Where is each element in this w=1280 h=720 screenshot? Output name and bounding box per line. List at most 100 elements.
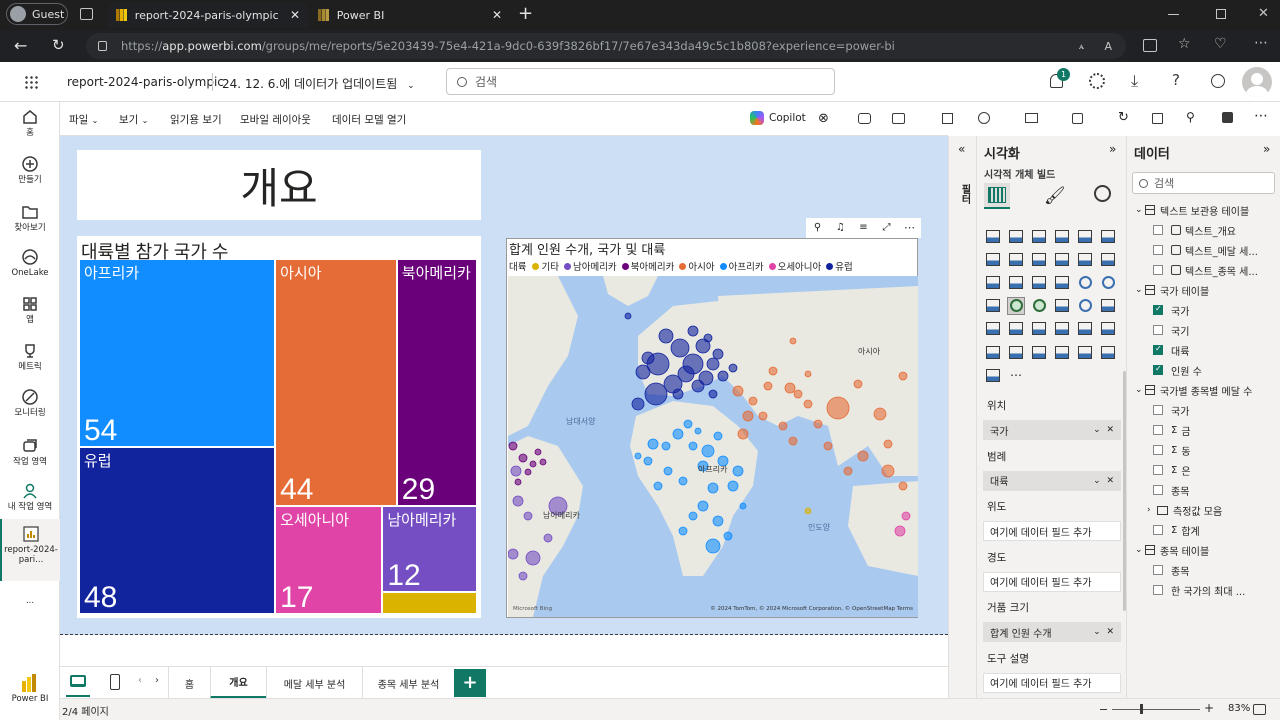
data-field-item[interactable]: 텍스트_개요	[1135, 220, 1279, 240]
data-field-item[interactable]: 인원 수	[1135, 360, 1279, 380]
map-bubble[interactable]	[688, 511, 698, 521]
map-bubble[interactable]	[823, 441, 833, 451]
remove-field-icon[interactable]: ✕	[1106, 627, 1114, 637]
card-visual-icon[interactable]	[1099, 297, 1117, 315]
zoom-in-icon[interactable]: +	[1204, 701, 1214, 715]
metrics-visual-icon[interactable]	[1053, 343, 1071, 361]
data-field-item[interactable]: 국가	[1135, 400, 1279, 420]
minimize-icon[interactable]	[1168, 14, 1179, 15]
data-field-item[interactable]: Σ금	[1135, 420, 1279, 440]
zoom-out-icon[interactable]	[1100, 709, 1107, 710]
more-visual-icon[interactable]: ⋯	[1007, 366, 1025, 384]
refresh-icon[interactable]: ↻	[52, 36, 65, 54]
remove-field-icon[interactable]: ✕	[1106, 476, 1114, 486]
comment-icon[interactable]	[858, 113, 871, 124]
chevron-right-icon[interactable]: ›	[1147, 505, 1157, 515]
share-feedback-icon[interactable]	[1211, 74, 1225, 88]
map-bubble[interactable]	[737, 428, 749, 440]
map-bubble[interactable]	[512, 495, 524, 507]
pin-visual-icon[interactable]: ⚲	[806, 218, 829, 238]
data-field-item[interactable]: 국기	[1135, 320, 1279, 340]
add-page-button[interactable]: +	[454, 669, 486, 697]
map-visual[interactable]: 합계 인원 수개, 국가 및 대륙 대륙 기타 남아메리카 북아메리카 아시아 아프리카…	[506, 238, 918, 618]
clustered-column-visual-icon[interactable]	[1053, 227, 1071, 245]
split-screen-icon[interactable]	[1143, 39, 1157, 52]
data-field-item[interactable]: Σ동	[1135, 440, 1279, 460]
map-bubble[interactable]	[688, 441, 698, 451]
map-bubble[interactable]	[635, 364, 651, 380]
page-tab-medal-analysis[interactable]: 메달 세부 분석	[266, 667, 362, 699]
map-bubble[interactable]	[647, 438, 659, 450]
open-data-model-button[interactable]: 데이터 모델 열기	[332, 112, 406, 127]
r-visual-visual-icon[interactable]	[1099, 320, 1117, 338]
field-checkbox[interactable]	[1153, 445, 1163, 455]
100-bar-visual-icon[interactable]	[1076, 227, 1094, 245]
nav-item-onelake[interactable]: OneLake	[0, 248, 60, 279]
map-bubble[interactable]	[643, 456, 653, 466]
map-bubble[interactable]	[853, 379, 863, 389]
area-visual-icon[interactable]	[1007, 250, 1025, 268]
legend-item[interactable]: 아시아	[679, 259, 715, 273]
power-apps-visual-icon[interactable]	[1099, 343, 1117, 361]
nav-item-more[interactable]: ...	[0, 596, 60, 607]
map-bubble[interactable]	[653, 481, 663, 491]
close-tab-icon[interactable]: ✕	[492, 8, 502, 22]
map-bubble[interactable]	[677, 365, 695, 383]
map-bubble[interactable]	[678, 526, 688, 536]
clustered-bar-visual-icon[interactable]	[1030, 227, 1048, 245]
funnel-visual-icon[interactable]	[1030, 273, 1048, 291]
browser-tab-powerbi[interactable]: Power BI ✕	[310, 2, 510, 28]
data-field-item[interactable]: Σ 합계	[1135, 520, 1279, 540]
map-bubble[interactable]	[529, 460, 537, 468]
help-icon[interactable]: ?	[1172, 71, 1180, 89]
copilot-button[interactable]: Copilot	[750, 111, 806, 125]
close-tab-icon[interactable]: ✕	[290, 8, 300, 22]
alert-icon[interactable]: ♫	[829, 218, 852, 238]
map-bubble[interactable]	[510, 465, 522, 477]
gauge-visual-icon[interactable]	[1076, 297, 1094, 315]
field-checkbox[interactable]	[1153, 304, 1163, 315]
map-bubble[interactable]	[789, 337, 797, 345]
field-checkbox[interactable]	[1153, 485, 1163, 495]
export-icon[interactable]	[892, 113, 905, 124]
filter-icon[interactable]: ≡	[852, 218, 875, 238]
map-bubble[interactable]	[778, 421, 788, 431]
filters-collapsed-pane[interactable]: « 필터	[948, 136, 976, 698]
build-visual-tab[interactable]	[984, 183, 1010, 209]
table-visual-icon[interactable]	[1053, 320, 1071, 338]
account-avatar[interactable]	[1242, 67, 1272, 97]
zoom-slider-thumb[interactable]	[1140, 704, 1143, 714]
chevron-down-icon[interactable]: ⌄	[1135, 285, 1145, 295]
map-bubble[interactable]	[694, 427, 702, 435]
map-bubble[interactable]	[624, 312, 632, 320]
map-bubble[interactable]	[508, 548, 519, 560]
map-bubble[interactable]	[683, 419, 693, 429]
data-field-item[interactable]: 텍스트_종목 세...	[1135, 260, 1279, 280]
qa-visual-icon[interactable]	[1007, 343, 1025, 361]
download-icon[interactable]: ⤓	[1131, 71, 1138, 91]
field-checkbox[interactable]	[1153, 364, 1163, 375]
map-bubble[interactable]	[742, 410, 754, 422]
translate-icon[interactable]: ꭺ	[1079, 41, 1084, 52]
binoculars-icon[interactable]: ⊗	[818, 111, 829, 126]
map-bubble[interactable]	[793, 389, 803, 399]
pie-visual-icon[interactable]	[1076, 273, 1094, 291]
chevron-down-icon[interactable]: ⌄	[1093, 476, 1101, 486]
waterfall-visual-icon[interactable]	[1007, 273, 1025, 291]
narrative-visual-icon[interactable]	[1030, 343, 1048, 361]
map-bubble[interactable]	[748, 396, 758, 406]
map-bubble[interactable]	[901, 511, 911, 521]
map-bubble[interactable]	[705, 538, 721, 554]
data-field-item[interactable]: 종목	[1135, 480, 1279, 500]
treemap-tile[interactable]: 북아메리카 29	[397, 260, 476, 506]
more-options-icon[interactable]: ⋯	[1254, 35, 1268, 51]
data-field-item[interactable]: 국가	[1135, 300, 1279, 320]
legend-item[interactable]: 남아메리카	[563, 259, 617, 273]
treemap-tile[interactable]: 아프리카 54	[80, 260, 275, 447]
map-bubble[interactable]	[508, 441, 518, 451]
nav-item-plus-circle[interactable]: 만들기	[0, 155, 60, 186]
data-field-item[interactable]: 대륙	[1135, 340, 1279, 360]
heart-icon[interactable]: ♡	[1214, 36, 1227, 52]
fit-to-page-icon[interactable]	[1253, 704, 1266, 715]
field-checkbox[interactable]	[1153, 565, 1163, 575]
